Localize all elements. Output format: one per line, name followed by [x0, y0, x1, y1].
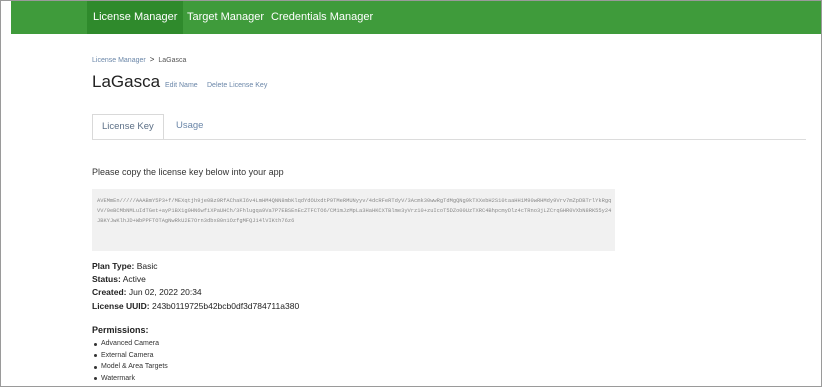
- plan-type-label: Plan Type:: [92, 261, 135, 271]
- copy-instructions: Please copy the license key below into y…: [92, 167, 284, 177]
- edit-name-link[interactable]: Edit Name: [165, 82, 198, 89]
- permission-label: Watermark: [101, 374, 135, 382]
- plan-type-value: Basic: [136, 261, 158, 271]
- plan-type-row: Plan Type: Basic: [92, 261, 158, 271]
- permission-item: Watermark: [92, 373, 168, 385]
- permission-label: Advanced Camera: [101, 340, 159, 347]
- tab-divider: [92, 139, 806, 140]
- license-uuid-row: License UUID: 243b0119725b42bcb0df3d7847…: [92, 301, 299, 311]
- bullet-icon: [94, 354, 97, 357]
- bullet-icon: [94, 365, 97, 369]
- top-navigation-bar: License Manager Target Manager Credentia…: [11, 1, 821, 34]
- permission-item: Advanced Camera: [92, 338, 168, 350]
- breadcrumb: License Manager > LaGasca: [92, 55, 186, 64]
- breadcrumb-current: LaGasca: [158, 57, 187, 64]
- nav-license-manager[interactable]: License Manager: [87, 1, 184, 34]
- tab-usage[interactable]: Usage: [167, 114, 212, 138]
- breadcrumb-license-manager-link[interactable]: License Manager: [92, 57, 146, 64]
- permission-item: Model & Area Targets: [92, 361, 168, 373]
- permission-item: External Camera: [92, 350, 168, 362]
- permission-label: External Camera: [101, 351, 154, 359]
- tab-license-key[interactable]: License Key: [92, 114, 164, 140]
- permissions-list: Advanced Camera External Camera Model & …: [92, 338, 168, 384]
- nav-target-manager[interactable]: Target Manager: [181, 1, 270, 34]
- status-label: Status:: [92, 274, 121, 284]
- app-window: License Manager Target Manager Credentia…: [0, 0, 822, 387]
- delete-license-key-link[interactable]: Delete License Key: [207, 82, 267, 89]
- permission-label: Model & Area Targets: [101, 363, 168, 370]
- license-key-text[interactable]: AVEMmEn/////AAABmY5P3+f/MEXqtjh9je0Bz0Rf…: [97, 196, 612, 227]
- created-row: Created: Jun 02, 2022 20:34: [92, 287, 202, 297]
- breadcrumb-separator: >: [149, 55, 155, 64]
- status-value: Active: [122, 274, 146, 284]
- license-uuid-value: 243b0119725b42bcb0df3d784711a380: [152, 301, 300, 311]
- created-label: Created:: [92, 287, 127, 297]
- license-uuid-label: License UUID:: [92, 301, 150, 311]
- nav-credentials-manager[interactable]: Credentials Manager: [265, 1, 379, 34]
- bullet-icon: [94, 342, 97, 346]
- page-title: LaGasca: [92, 72, 161, 91]
- created-value: Jun 02, 2022 20:34: [128, 287, 202, 297]
- permissions-title: Permissions:: [92, 325, 149, 335]
- status-row: Status: Active: [92, 274, 146, 284]
- license-key-box[interactable]: AVEMmEn/////AAABmY5P3+f/MEXqtjh9je0Bz0Rf…: [92, 189, 615, 251]
- bullet-icon: [94, 377, 97, 380]
